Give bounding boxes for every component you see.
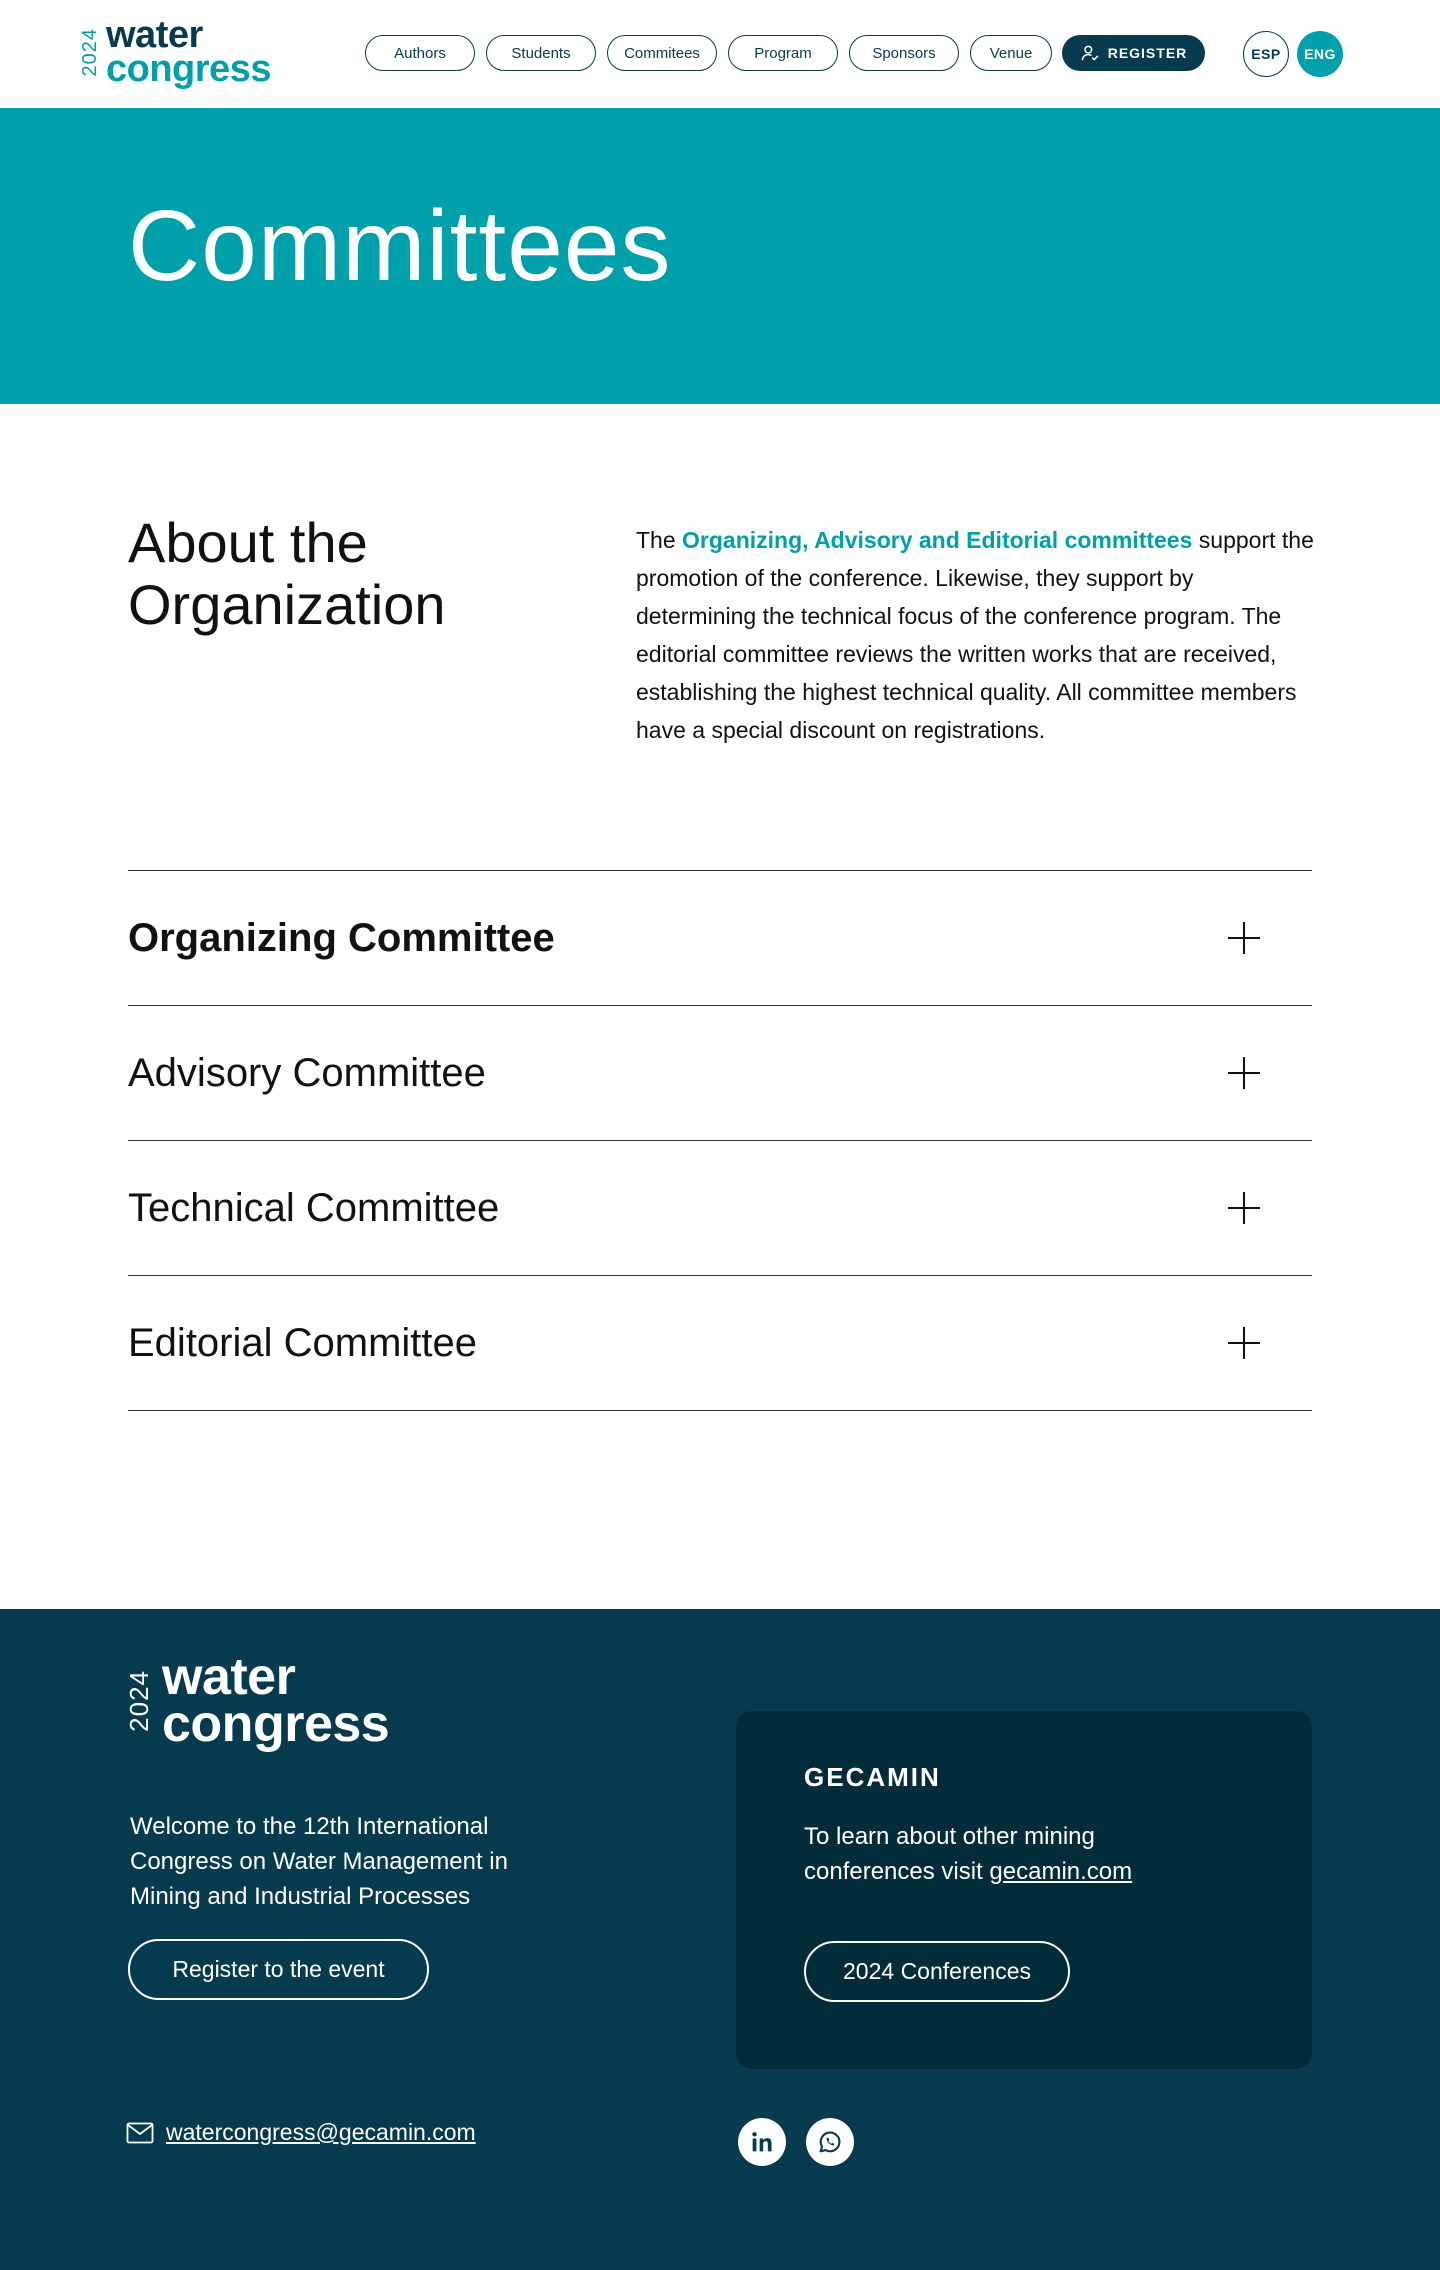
gecamin-brand: GECAMIN xyxy=(804,1762,941,1792)
committees-accordion: Organizing Committee Advisory Committee … xyxy=(128,870,1312,1411)
about-text: The Organizing, Advisory and Editorial c… xyxy=(636,527,1314,743)
nav-sponsors[interactable]: Sponsors xyxy=(849,35,959,71)
plus-icon[interactable] xyxy=(1228,922,1260,954)
logo-year: 2024 xyxy=(79,27,101,77)
lang-eng-button[interactable]: ENG xyxy=(1297,31,1343,77)
accordion-title: Organizing Committee xyxy=(128,915,555,960)
accordion-title: Technical Committee xyxy=(128,1185,500,1230)
user-check-icon xyxy=(1081,45,1098,61)
main-nav: Authors Students Commitees Program Spons… xyxy=(365,35,1052,71)
nav-authors[interactable]: Authors xyxy=(365,35,475,71)
gecamin-card-text: To learn about other mining conferences … xyxy=(804,1823,1133,1885)
footer-logo-word-water: water xyxy=(162,1648,296,1707)
hero-banner: Committees xyxy=(0,108,1440,404)
accordion-item-editorial[interactable]: Editorial Committee xyxy=(128,1276,1312,1411)
site-footer: 2024 water congress Welcome to the 12th … xyxy=(0,1609,1440,2270)
nav-venue[interactable]: Venue xyxy=(970,35,1052,71)
nav-commitees[interactable]: Commitees xyxy=(607,35,717,71)
nav-program[interactable]: Program xyxy=(728,35,838,71)
footer-email-link[interactable]: watercongress@gecamin.com xyxy=(126,2119,476,2146)
footer-logo-word-congress: congress xyxy=(162,1695,390,1753)
lang-esp-button[interactable]: ESP xyxy=(1243,31,1289,77)
plus-icon[interactable] xyxy=(1228,1057,1260,1089)
accordion-item-technical[interactable]: Technical Committee xyxy=(128,1141,1312,1276)
register-event-button[interactable]: Register to the event xyxy=(128,1939,429,2000)
footer-welcome-text: Welcome to the 12th International Congre… xyxy=(130,1813,508,1910)
footer-email: watercongress@gecamin.com xyxy=(166,2119,476,2145)
logo-word-water: water xyxy=(106,13,203,56)
logo-word-congress: congress xyxy=(106,48,271,90)
whatsapp-icon[interactable] xyxy=(806,2118,854,2166)
register-button[interactable]: REGISTER xyxy=(1062,35,1205,71)
page-title: Committees xyxy=(128,190,672,302)
register-label: REGISTER xyxy=(1107,45,1188,61)
site-logo[interactable]: 2024 water congress xyxy=(79,16,271,88)
accordion-title: Editorial Committee xyxy=(128,1320,478,1365)
footer-logo-year: 2024 xyxy=(124,1670,154,1732)
gecamin-card: GECAMIN To learn about other mining conf… xyxy=(736,1711,1312,2069)
conferences-2024-button[interactable]: 2024 Conferences xyxy=(804,1941,1070,2002)
nav-students[interactable]: Students xyxy=(486,35,596,71)
mail-icon xyxy=(126,2122,154,2143)
plus-icon[interactable] xyxy=(1228,1327,1260,1359)
about-title: About the Organization xyxy=(128,511,446,636)
site-header: 2024 water congress Authors Students Com… xyxy=(0,0,1440,108)
accordion-item-advisory[interactable]: Advisory Committee xyxy=(128,1006,1312,1141)
accordion-item-organizing[interactable]: Organizing Committee xyxy=(128,871,1312,1006)
footer-logo[interactable]: 2024 water congress xyxy=(124,1651,390,1750)
gecamin-link[interactable]: gecamin.com xyxy=(989,1858,1132,1885)
about-highlight: Organizing, Advisory and Editorial commi… xyxy=(682,527,1193,553)
plus-icon[interactable] xyxy=(1228,1192,1260,1224)
accordion-title: Advisory Committee xyxy=(128,1050,486,1095)
linkedin-icon[interactable] xyxy=(738,2118,786,2166)
